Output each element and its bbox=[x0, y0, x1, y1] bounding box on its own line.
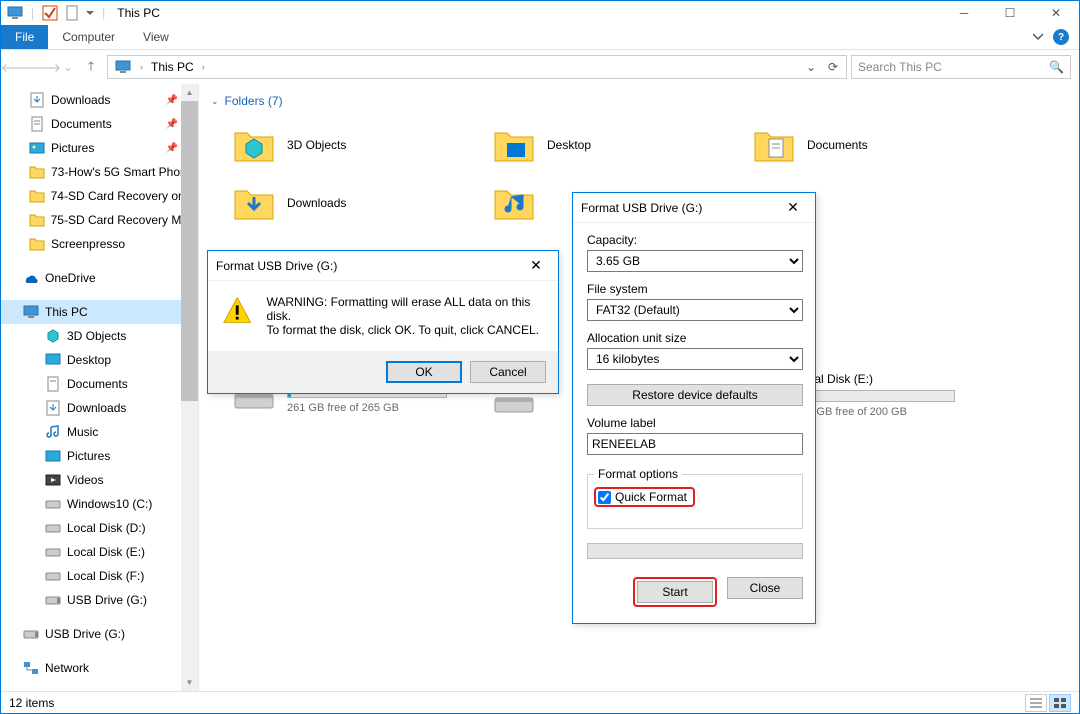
folder-desktop[interactable]: Desktop bbox=[467, 116, 727, 174]
format-options-legend: Format options bbox=[594, 467, 682, 481]
warning-dialog-title: Format USB Drive (G:) bbox=[216, 259, 337, 273]
nav-up[interactable]: 🡑 bbox=[79, 55, 103, 79]
search-placeholder: Search This PC bbox=[858, 60, 942, 74]
nav-forward[interactable]: 🡒 bbox=[33, 55, 57, 79]
sidebar-item-documents[interactable]: Documents bbox=[1, 372, 198, 396]
pin-icon: 📌 bbox=[166, 119, 178, 130]
status-text: 12 items bbox=[9, 696, 54, 710]
sidebar-item-folder[interactable]: 74-SD Card Recovery on M bbox=[1, 184, 198, 208]
sidebar-item-downloads[interactable]: Downloads bbox=[1, 396, 198, 420]
breadcrumb-thispc[interactable]: This PC bbox=[147, 60, 198, 74]
restore-defaults-button[interactable]: Restore device defaults bbox=[587, 384, 803, 406]
address-bar[interactable]: › This PC › ⌄ ⟳ bbox=[107, 55, 847, 79]
window-title: This PC bbox=[113, 6, 160, 20]
sidebar-item-thispc[interactable]: This PC bbox=[1, 300, 198, 324]
statusbar: 12 items bbox=[1, 691, 1079, 713]
sidebar-item-music[interactable]: Music bbox=[1, 420, 198, 444]
sidebar-item-desktop[interactable]: Desktop bbox=[1, 348, 198, 372]
sidebar-item-folder[interactable]: Screenpresso bbox=[1, 232, 198, 256]
capacity-select[interactable]: 3.65 GB bbox=[587, 250, 803, 272]
help-icon[interactable]: ? bbox=[1053, 29, 1069, 45]
file-tab[interactable]: File bbox=[1, 25, 48, 49]
format-options-fieldset: Format options Quick Format bbox=[587, 467, 803, 529]
folder-3dobjects[interactable]: 3D Objects bbox=[207, 116, 467, 174]
ok-button[interactable]: OK bbox=[386, 361, 462, 383]
sidebar-item-onedrive[interactable]: OneDrive bbox=[1, 266, 198, 290]
sidebar-item-3dobjects[interactable]: 3D Objects bbox=[1, 324, 198, 348]
folder-documents[interactable]: Documents bbox=[727, 116, 987, 174]
warning-dialog: Format USB Drive (G:) ✕ WARNING: Formatt… bbox=[207, 250, 559, 394]
sidebar-item-disk-e[interactable]: Local Disk (E:) bbox=[1, 540, 198, 564]
allocation-select[interactable]: 16 kilobytes bbox=[587, 348, 803, 370]
address-dropdown[interactable]: ⌄ bbox=[800, 56, 822, 78]
sidebar-item-network[interactable]: Network bbox=[1, 656, 198, 680]
sidebar-item-documents[interactable]: Documents📌 bbox=[1, 112, 198, 136]
pin-icon: 📌 bbox=[166, 95, 178, 106]
format-dialog: Format USB Drive (G:) ✕ Capacity: 3.65 G… bbox=[572, 192, 816, 624]
nav-recent-dropdown[interactable]: ⌄ bbox=[61, 55, 75, 79]
pc-icon bbox=[7, 5, 23, 21]
sidebar-item-usb-g[interactable]: USB Drive (G:) bbox=[1, 588, 198, 612]
format-progress bbox=[587, 543, 803, 559]
breadcrumb-chevron[interactable]: › bbox=[136, 62, 147, 72]
warning-close-button[interactable]: ✕ bbox=[522, 256, 550, 276]
pin-icon: 📌 bbox=[166, 143, 178, 154]
ribbon: File Computer View ? bbox=[1, 25, 1079, 50]
view-details-button[interactable] bbox=[1025, 694, 1047, 712]
refresh-button[interactable]: ⟳ bbox=[822, 56, 844, 78]
tab-view[interactable]: View bbox=[129, 25, 183, 49]
checkbox-icon[interactable] bbox=[42, 5, 58, 21]
sidebar-item-downloads[interactable]: Downloads📌 bbox=[1, 88, 198, 112]
cancel-button[interactable]: Cancel bbox=[470, 361, 546, 383]
sidebar-scrollbar[interactable]: ▲ ▼ bbox=[181, 84, 198, 691]
sidebar-item-pictures[interactable]: Pictures📌 bbox=[1, 136, 198, 160]
sidebar-item-folder[interactable]: 73-How's 5G Smart Phone bbox=[1, 160, 198, 184]
titlebar: | | This PC ─ ☐ ✕ bbox=[1, 1, 1079, 25]
search-icon: 🔍 bbox=[1049, 60, 1064, 74]
sidebar-item-videos[interactable]: Videos bbox=[1, 468, 198, 492]
quick-format-checkbox[interactable] bbox=[598, 491, 611, 504]
start-button[interactable]: Start bbox=[637, 581, 713, 603]
filesystem-select[interactable]: FAT32 (Default) bbox=[587, 299, 803, 321]
sidebar-item-disk-f[interactable]: Local Disk (F:) bbox=[1, 564, 198, 588]
warning-text: WARNING: Formatting will erase ALL data … bbox=[266, 295, 544, 337]
volume-label-label: Volume label bbox=[587, 416, 803, 430]
pc-icon-small bbox=[114, 59, 132, 75]
quick-format-label: Quick Format bbox=[615, 490, 687, 504]
minimize-button[interactable]: ─ bbox=[941, 1, 987, 25]
sidebar-item-folder[interactable]: 75-SD Card Recovery Meth bbox=[1, 208, 198, 232]
sidebar-item-pictures[interactable]: Pictures bbox=[1, 444, 198, 468]
document-qat-icon[interactable] bbox=[64, 5, 80, 21]
format-dialog-title: Format USB Drive (G:) bbox=[581, 201, 702, 215]
sidebar-item-disk-c[interactable]: Windows10 (C:) bbox=[1, 492, 198, 516]
close-button[interactable]: Close bbox=[727, 577, 803, 599]
format-close-x[interactable]: ✕ bbox=[779, 198, 807, 218]
warning-icon bbox=[222, 295, 252, 327]
qat-dropdown-icon[interactable] bbox=[86, 9, 94, 17]
ribbon-expand-icon[interactable] bbox=[1033, 32, 1043, 42]
maximize-button[interactable]: ☐ bbox=[987, 1, 1033, 25]
search-input[interactable]: Search This PC 🔍 bbox=[851, 55, 1071, 79]
view-large-button[interactable] bbox=[1049, 694, 1071, 712]
sidebar-item-disk-d[interactable]: Local Disk (D:) bbox=[1, 516, 198, 540]
capacity-label: Capacity: bbox=[587, 233, 803, 247]
close-button[interactable]: ✕ bbox=[1033, 1, 1079, 25]
sidebar: Downloads📌 Documents📌 Pictures📌 73-How's… bbox=[1, 84, 199, 691]
folders-section-header[interactable]: ⌄ Folders (7) bbox=[207, 90, 1079, 116]
allocation-label: Allocation unit size bbox=[587, 331, 803, 345]
navbar: 🡐 🡒 ⌄ 🡑 › This PC › ⌄ ⟳ Search This PC 🔍 bbox=[1, 50, 1079, 84]
folder-downloads[interactable]: Downloads bbox=[207, 174, 467, 232]
chevron-down-icon: ⌄ bbox=[211, 96, 219, 107]
filesystem-label: File system bbox=[587, 282, 803, 296]
sidebar-item-usb-root[interactable]: USB Drive (G:) bbox=[1, 622, 198, 646]
nav-back[interactable]: 🡐 bbox=[5, 55, 29, 79]
tab-computer[interactable]: Computer bbox=[48, 25, 129, 49]
breadcrumb-chevron[interactable]: › bbox=[198, 62, 209, 72]
volume-label-input[interactable] bbox=[587, 433, 803, 455]
